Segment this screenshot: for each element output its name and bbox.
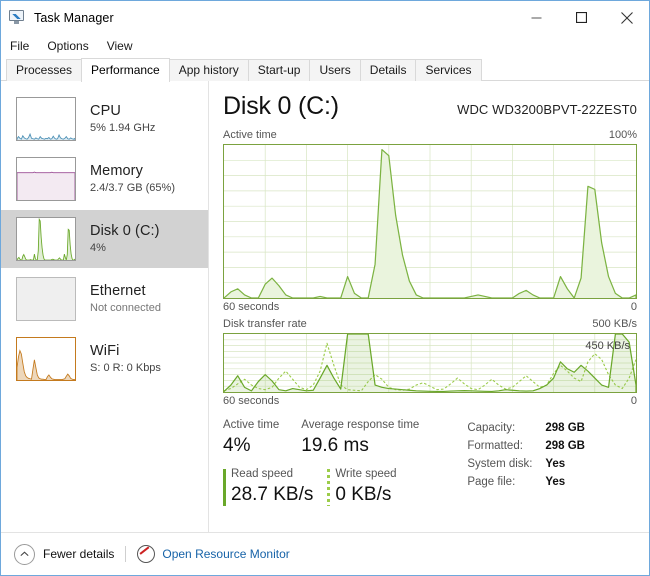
info-value-system-disk: Yes	[545, 458, 566, 470]
transfer-rate-chart: 450 KB/s	[223, 333, 637, 393]
menu-file[interactable]: File	[10, 37, 39, 55]
info-row-page-file: Page file: Yes	[467, 473, 585, 491]
sidebar-label-ethernet: Ethernet	[90, 282, 146, 299]
stat-read-speed-label: Read speed	[231, 468, 294, 480]
sidebar-label-wifi: WiFi	[90, 342, 120, 359]
stat-active-time-value: 4%	[223, 435, 251, 456]
task-manager-window: Task Manager File Options View Processes…	[0, 0, 650, 576]
tab-details[interactable]: Details	[359, 59, 417, 81]
stat-read-speed-value: 28.7 KB/s	[231, 484, 314, 505]
sidebar-item-ethernet[interactable]: Ethernet Not connected	[1, 270, 208, 328]
transfer-chart-max: 500 KB/s	[592, 318, 637, 330]
info-value-capacity: 298 GB	[545, 422, 585, 434]
info-key-page-file: Page file:	[467, 476, 516, 488]
memory-mini-graph	[16, 157, 76, 201]
stats-area: Active time 4% Average response time 19.…	[223, 418, 637, 508]
stat-write-speed-label: Write speed	[335, 468, 397, 480]
info-key-capacity: Capacity:	[467, 422, 516, 434]
chevron-up-circle-icon	[14, 543, 35, 565]
disk-mini-graph	[16, 217, 76, 261]
tab-strip: Processes Performance App history Start-…	[1, 58, 649, 82]
transfer-x-right: 0	[630, 395, 637, 407]
minimize-button[interactable]	[514, 1, 559, 34]
active-time-block: Active time 100% 60 seconds 0	[223, 129, 637, 314]
sidebar-item-cpu[interactable]: CPU 5% 1.94 GHz	[1, 90, 208, 148]
sidebar-item-wifi[interactable]: WiFi S: 0 R: 0 Kbps	[1, 330, 208, 388]
ethernet-mini-graph	[16, 277, 76, 321]
tab-app-history[interactable]: App history	[168, 59, 249, 81]
info-row-capacity: Capacity: 298 GB	[467, 419, 585, 437]
tab-processes[interactable]: Processes	[6, 59, 83, 81]
sidebar-sub-ethernet: Not connected	[90, 301, 161, 314]
menu-options[interactable]: Options	[47, 37, 98, 55]
info-value-page-file: Yes	[545, 476, 566, 488]
fewer-details-button[interactable]: Fewer details	[14, 543, 115, 565]
disk-info-list: Capacity: 298 GB Formatted: 298 GB Syste…	[467, 418, 585, 508]
task-manager-icon	[9, 10, 26, 25]
stat-response-time-label: Average response time	[301, 419, 420, 431]
sidebar-label-cpu: CPU	[90, 102, 121, 119]
close-button[interactable]	[604, 1, 649, 34]
transfer-rate-annotation: 450 KB/s	[585, 340, 630, 352]
maximize-button[interactable]	[559, 1, 604, 34]
transfer-chart-label: Disk transfer rate	[223, 318, 307, 330]
tab-performance[interactable]: Performance	[81, 58, 170, 82]
info-row-formatted: Formatted: 298 GB	[467, 437, 585, 455]
info-value-formatted: 298 GB	[545, 440, 585, 452]
footer-divider	[125, 546, 127, 562]
resource-sidebar: CPU 5% 1.94 GHz Memory 2.4/3.7 GB (65%)	[1, 81, 209, 532]
sidebar-sub-cpu: 5% 1.94 GHz	[90, 121, 156, 134]
transfer-x-left: 60 seconds	[223, 395, 280, 407]
active-time-chart-max: 100%	[608, 129, 637, 141]
sidebar-sub-disk: 4%	[90, 241, 106, 254]
active-time-chart-label: Active time	[223, 129, 277, 141]
active-time-x-left: 60 seconds	[223, 301, 280, 313]
fewer-details-label: Fewer details	[43, 547, 115, 561]
page-title: Disk 0 (C:)	[223, 92, 339, 120]
tab-start-up[interactable]: Start-up	[247, 59, 311, 81]
panel-header: Disk 0 (C:) WDC WD3200BPVT-22ZEST0	[223, 91, 637, 121]
sidebar-label-disk: Disk 0 (C:)	[90, 222, 160, 239]
wifi-mini-graph	[16, 337, 76, 381]
active-time-x-right: 0	[630, 301, 637, 313]
cpu-mini-graph	[16, 97, 76, 141]
sidebar-sub-wifi: S: 0 R: 0 Kbps	[90, 361, 161, 374]
sidebar-label-memory: Memory	[90, 162, 143, 179]
footer-bar: Fewer details Open Resource Monitor	[1, 532, 649, 575]
stat-active-time-label: Active time	[223, 419, 280, 431]
sidebar-item-memory[interactable]: Memory 2.4/3.7 GB (65%)	[1, 150, 208, 208]
content-area: CPU 5% 1.94 GHz Memory 2.4/3.7 GB (65%)	[1, 81, 649, 532]
title-bar: Task Manager	[1, 1, 649, 34]
window-controls	[514, 1, 649, 34]
transfer-rate-block: Disk transfer rate 500 KB/s 450 KB/s 60 …	[223, 318, 637, 408]
stat-read-speed: Read speed 28.7 KB/s	[223, 467, 313, 508]
sidebar-sub-memory: 2.4/3.7 GB (65%)	[90, 181, 175, 194]
stat-write-speed: Write speed 0 KB/s	[327, 467, 397, 508]
open-resource-monitor-link[interactable]: Open Resource Monitor	[137, 545, 290, 563]
menu-bar: File Options View	[1, 34, 649, 58]
tab-users[interactable]: Users	[309, 59, 361, 81]
menu-view[interactable]: View	[107, 37, 143, 55]
disk-model: WDC WD3200BPVT-22ZEST0	[457, 102, 637, 117]
window-title: Task Manager	[34, 10, 114, 25]
stat-write-speed-value: 0 KB/s	[335, 484, 392, 505]
stat-response-time-value: 19.6 ms	[301, 435, 369, 456]
sidebar-item-disk[interactable]: Disk 0 (C:) 4%	[1, 210, 208, 268]
stat-active-time: Active time 4%	[223, 418, 279, 459]
stat-response-time: Average response time 19.6 ms	[301, 418, 419, 459]
info-row-system-disk: System disk: Yes	[467, 455, 585, 473]
open-resource-monitor-label: Open Resource Monitor	[162, 547, 290, 561]
active-time-chart	[223, 144, 637, 299]
info-key-formatted: Formatted:	[467, 440, 523, 452]
info-key-system-disk: System disk:	[467, 458, 533, 470]
performance-panel: Disk 0 (C:) WDC WD3200BPVT-22ZEST0 Activ…	[209, 81, 649, 532]
tab-services[interactable]: Services	[415, 59, 482, 81]
gauge-icon	[137, 545, 156, 563]
